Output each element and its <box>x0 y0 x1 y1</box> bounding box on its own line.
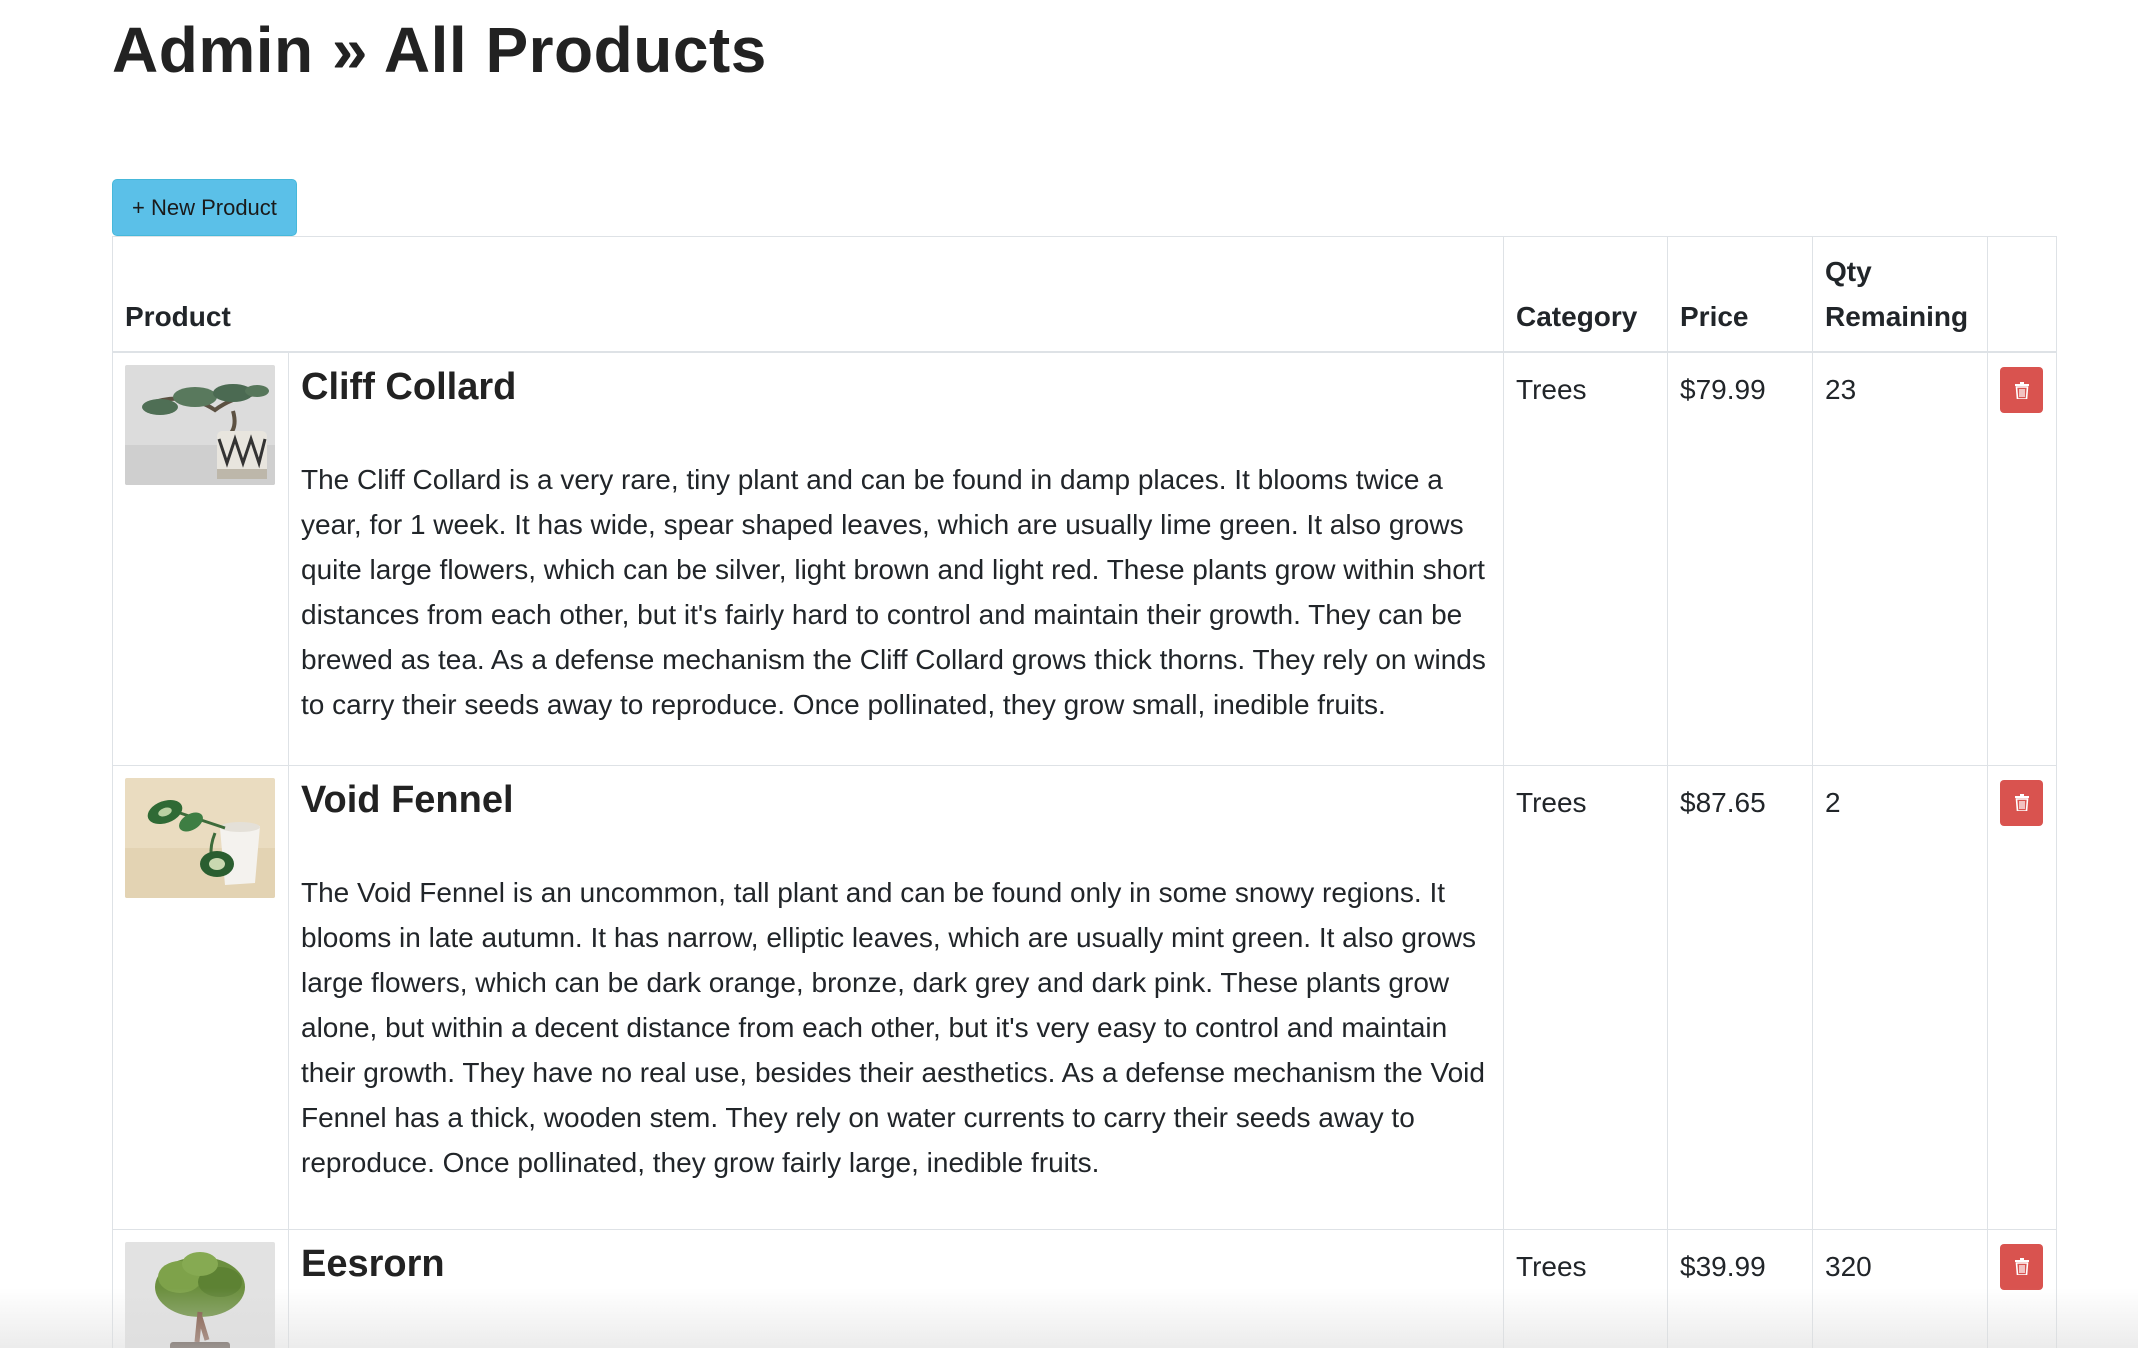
product-qty: 2 <box>1825 786 1841 818</box>
category-cell: Trees <box>1503 351 1668 766</box>
table-row: Cliff Collard The Cliff Collard is a ver… <box>112 351 2057 766</box>
column-header-actions <box>1987 236 2057 353</box>
product-image-cell <box>112 1228 289 1348</box>
delete-button[interactable] <box>2000 367 2043 413</box>
potted-vine-image[interactable] <box>125 777 275 898</box>
product-details-cell: Void Fennel The Void Fennel is an uncomm… <box>288 764 1504 1230</box>
qty-cell: 23 <box>1812 351 1988 766</box>
delete-button[interactable] <box>2000 779 2043 826</box>
price-cell: $87.65 <box>1667 764 1813 1230</box>
product-details-cell: Eesrorn <box>288 1228 1504 1348</box>
qty-cell: 320 <box>1812 1228 1988 1348</box>
products-table: Product Category Price Qty Remaining Cli… <box>112 236 2057 1348</box>
admin-page: Admin » All Products + New Product Produ… <box>0 0 2138 1348</box>
price-cell: $39.99 <box>1667 1228 1813 1348</box>
actions-cell <box>1987 764 2057 1230</box>
product-price: $87.65 <box>1680 786 1766 818</box>
product-name[interactable]: Cliff Collard <box>301 363 1491 411</box>
product-image-cell <box>112 764 289 1230</box>
product-price: $79.99 <box>1680 374 1766 405</box>
trash-icon <box>2014 381 2029 399</box>
product-details-cell: Cliff Collard The Cliff Collard is a ver… <box>288 351 1504 766</box>
product-description: The Cliff Collard is a very rare, tiny p… <box>301 464 1486 720</box>
product-category: Trees <box>1516 1250 1587 1282</box>
table-row: Eesrorn Trees $39.99 320 <box>112 1228 2057 1348</box>
category-cell: Trees <box>1503 764 1668 1230</box>
category-cell: Trees <box>1503 1228 1668 1348</box>
product-name[interactable]: Eesrorn <box>301 1240 1491 1288</box>
column-header-price: Price <box>1667 236 1813 353</box>
product-description: The Void Fennel is an uncommon, tall pla… <box>301 876 1485 1178</box>
trash-icon <box>2014 794 2029 811</box>
column-header-product: Product <box>112 236 1504 353</box>
column-header-category: Category <box>1503 236 1668 353</box>
price-cell: $79.99 <box>1667 351 1813 766</box>
page-title: Admin » All Products <box>112 14 767 86</box>
trash-icon <box>2014 1258 2029 1275</box>
product-category: Trees <box>1516 374 1587 405</box>
table-row: Void Fennel The Void Fennel is an uncomm… <box>112 764 2057 1230</box>
product-qty: 23 <box>1825 374 1857 405</box>
product-image-cell <box>112 351 289 766</box>
product-qty: 320 <box>1825 1250 1872 1282</box>
new-product-button[interactable]: + New Product <box>112 179 297 236</box>
product-price: $39.99 <box>1680 1250 1766 1282</box>
table-header: Product Category Price Qty Remaining <box>112 236 2057 353</box>
bonsai-juniper-image[interactable] <box>125 365 275 485</box>
product-name[interactable]: Void Fennel <box>301 776 1491 824</box>
actions-cell <box>1987 351 2057 766</box>
actions-cell <box>1987 1228 2057 1348</box>
bonsai-tree-image[interactable] <box>125 1241 275 1348</box>
product-category: Trees <box>1516 786 1587 818</box>
delete-button[interactable] <box>2000 1243 2043 1290</box>
column-header-qty-remaining: Qty Remaining <box>1812 236 1988 353</box>
qty-cell: 2 <box>1812 764 1988 1230</box>
